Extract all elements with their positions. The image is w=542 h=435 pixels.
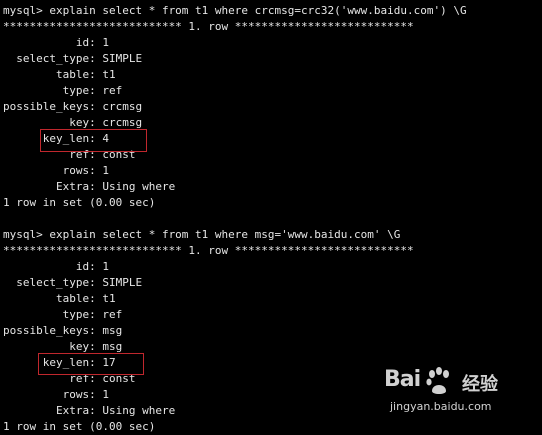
result-summary: 1 row in set (0.00 sec) (3, 196, 156, 209)
watermark: Bai 经验 jingyan.baidu.com (384, 367, 524, 419)
command-line: mysql> explain select * from t1 where ms… (3, 228, 401, 241)
result-field-table: table: t1 (3, 292, 116, 305)
watermark-url: jingyan.baidu.com (390, 400, 492, 413)
result-field-key: key: msg (3, 340, 123, 353)
jingyan-label: 经验 (462, 374, 498, 395)
result-field-ref: ref: const (3, 148, 136, 161)
result-summary: 1 row in set (0.00 sec) (3, 420, 156, 433)
query-block-1: mysql> explain select * from t1 where cr… (0, 3, 542, 211)
paw-icon (426, 367, 449, 394)
result-field-type: type: ref (3, 84, 123, 97)
result-field-key-len: key_len: 4 (3, 132, 109, 145)
command-line: mysql> explain select * from t1 where cr… (3, 4, 467, 17)
result-field-extra: Extra: Using where (3, 180, 176, 193)
result-field-select-type: select_type: SIMPLE (3, 276, 143, 289)
result-field-possible-keys: possible_keys: msg (3, 324, 123, 337)
result-field-type: type: ref (3, 308, 123, 321)
row-separator: *************************** 1. row *****… (3, 244, 414, 257)
result-field-key: key: crcmsg (3, 116, 143, 129)
result-field-id: id: 1 (3, 36, 109, 49)
baidu-logo-text: Bai (384, 367, 421, 392)
result-field-rows: rows: 1 (3, 164, 109, 177)
result-field-table: table: t1 (3, 68, 116, 81)
result-field-select-type: select_type: SIMPLE (3, 52, 143, 65)
result-field-id: id: 1 (3, 260, 109, 273)
result-field-possible-keys: possible_keys: crcmsg (3, 100, 143, 113)
row-separator: *************************** 1. row *****… (3, 20, 414, 33)
